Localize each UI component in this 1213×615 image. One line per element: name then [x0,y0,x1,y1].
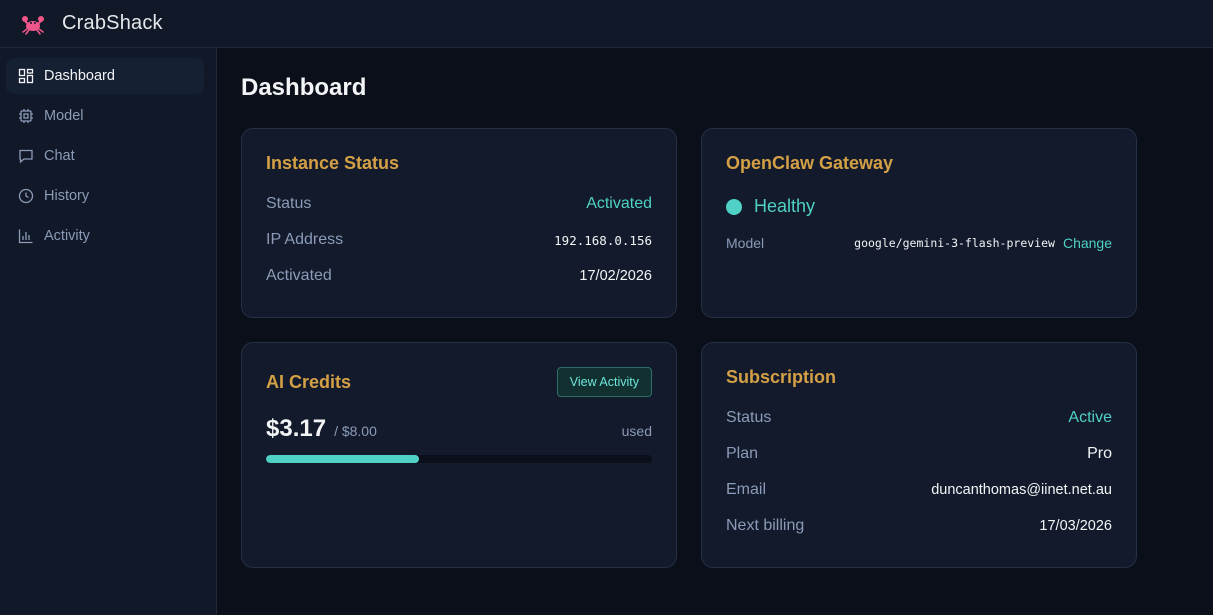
sidebar-item-dashboard[interactable]: Dashboard [6,58,204,94]
ip-label: IP Address [266,231,344,248]
plan-value: Pro [1087,445,1112,462]
main-content: Dashboard Instance Status Status Activat… [217,48,1213,615]
status-value: Active [1068,409,1112,426]
billing-label: Next billing [726,517,805,534]
status-label: Status [726,409,772,426]
model-value: google/gemini-3-flash-preview [854,236,1055,250]
credits-amount: $3.17 / $8.00 used [266,415,652,443]
chip-icon [18,108,34,124]
credits-total-amount: / $8.00 [334,423,377,439]
ip-value: 192.168.0.156 [554,232,652,248]
sidebar-item-label: Chat [44,148,75,164]
sidebar-item-activity[interactable]: Activity [6,218,204,254]
credits-progress-bar [266,455,652,463]
bar-chart-icon [18,228,34,244]
change-model-link[interactable]: Change [1063,235,1112,251]
billing-value: 17/03/2026 [1039,518,1112,534]
sidebar-item-label: History [44,188,90,204]
credits-progress-fill [266,455,419,463]
status-value: Activated [586,195,652,212]
clock-icon [18,188,34,204]
billing-row: Next billing 17/03/2026 [726,508,1112,544]
subscription-status-row: Status Active [726,400,1112,436]
status-dot-icon [726,198,742,215]
crab-icon[interactable] [20,11,46,37]
activated-row: Activated 17/02/2026 [266,258,652,294]
plan-row: Plan Pro [726,436,1112,472]
email-label: Email [726,481,767,498]
app-title[interactable]: CrabShack [62,12,163,35]
card-title: Instance Status [266,153,400,173]
status-row: Status Activated [266,186,652,222]
used-label: used [621,423,652,439]
chat-icon [18,148,34,164]
card-title: Subscription [726,367,837,387]
model-row: Model google/gemini-3-flash-preview Chan… [726,235,1112,251]
sidebar-item-chat[interactable]: Chat [6,138,204,174]
subscription-card: Subscription Status Active Plan Pro Emai… [701,342,1137,568]
page-title: Dashboard [241,74,367,101]
card-title: AI Credits [266,371,352,392]
health-indicator: Healthy [726,196,1112,217]
activated-label: Activated [266,267,332,284]
status-label: Status [266,195,312,212]
sidebar-item-model[interactable]: Model [6,98,204,134]
gateway-card: OpenClaw Gateway Healthy Model google/ge… [701,128,1137,318]
sidebar-item-label: Activity [44,228,90,244]
activated-value: 17/02/2026 [579,268,652,284]
top-bar: CrabShack [0,0,1213,48]
sidebar-item-label: Dashboard [44,68,115,84]
card-title: OpenClaw Gateway [726,153,894,173]
sidebar-item-history[interactable]: History [6,178,204,214]
health-label: Healthy [754,196,816,216]
grid-icon [18,68,34,84]
model-label: Model [726,235,765,251]
email-row: Email duncanthomas@iinet.net.au [726,472,1112,508]
sidebar: Dashboard Model Chat History Activity [0,48,217,615]
plan-label: Plan [726,445,759,462]
ai-credits-card: AI Credits View Activity $3.17 / $8.00 u… [241,342,677,568]
email-value: duncanthomas@iinet.net.au [931,482,1112,498]
instance-status-card: Instance Status Status Activated IP Addr… [241,128,677,318]
ip-row: IP Address 192.168.0.156 [266,222,652,258]
sidebar-item-label: Model [44,108,84,124]
view-activity-button[interactable]: View Activity [556,367,652,397]
credits-used-amount: $3.17 [266,415,327,442]
